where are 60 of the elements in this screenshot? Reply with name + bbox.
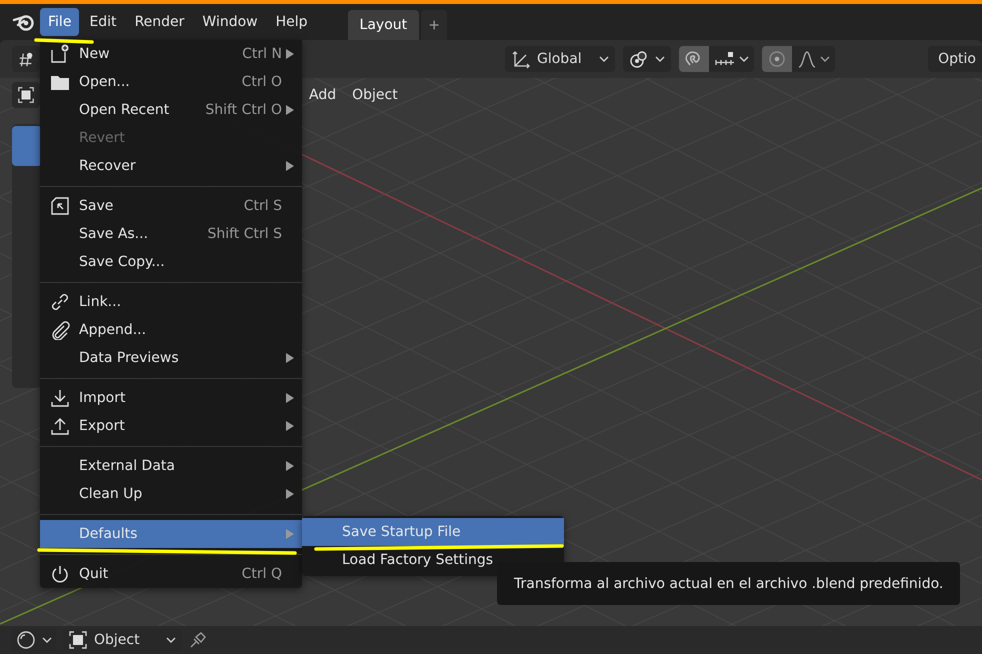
falloff-curve-icon	[797, 49, 817, 69]
menu-item[interactable]: Save As... Shift Ctrl S	[40, 220, 302, 248]
export-icon	[50, 416, 70, 436]
paperclip-icon	[50, 320, 70, 340]
menu-item[interactable]: Help	[268, 8, 316, 36]
new-file-icon	[50, 44, 70, 64]
select-mode-button[interactable]	[12, 82, 40, 108]
tooltip: Transforma al archivo actual en el archivo .blend predefinido.	[497, 562, 960, 605]
orientation-dropdown[interactable]: Global	[505, 46, 615, 72]
proportional-edit-toggle[interactable]	[762, 46, 792, 72]
caret-icon	[655, 56, 665, 62]
caret-icon	[42, 637, 52, 643]
menu-item[interactable]: Export	[40, 412, 302, 440]
menu-item[interactable]: Open Recent Shift Ctrl O	[40, 96, 302, 124]
power-icon	[50, 564, 70, 584]
viewport-menu[interactable]: Add	[302, 83, 344, 107]
tool-settings-button[interactable]	[12, 46, 40, 72]
pin-icon[interactable]	[188, 630, 208, 650]
menu-item[interactable]: Open... Ctrl O	[40, 68, 302, 96]
menu-item[interactable]: Render	[126, 8, 192, 36]
import-icon	[50, 388, 70, 408]
menu-item[interactable]: Defaults	[40, 520, 302, 548]
transform-tool-icon	[17, 50, 35, 68]
options-button[interactable]: Optio	[928, 46, 982, 72]
pivot-icon	[629, 49, 649, 69]
square-icon	[17, 86, 35, 104]
menu-item[interactable]: File	[40, 8, 80, 36]
menu-item[interactable]: Save Ctrl S	[40, 192, 302, 220]
menu-item[interactable]: Data Previews	[40, 344, 302, 372]
select-box-tool[interactable]	[12, 126, 42, 166]
orientation-label: Global	[537, 51, 583, 67]
pivot-dropdown[interactable]	[623, 46, 671, 72]
sphere-icon	[16, 630, 36, 650]
target-icon	[767, 49, 787, 69]
menu-item[interactable]: External Data	[40, 452, 302, 480]
menu-item[interactable]: Edit	[81, 8, 125, 36]
mode-label: Object	[94, 632, 141, 648]
menu-item[interactable]: Recover	[40, 152, 302, 180]
caret-icon	[599, 56, 609, 62]
caret-icon	[739, 56, 749, 62]
menu-item[interactable]: Append...	[40, 316, 302, 344]
snap-toggle[interactable]	[679, 46, 709, 72]
menu-item[interactable]: Clean Up	[40, 480, 302, 508]
save-icon	[50, 196, 70, 216]
menu-item[interactable]: Save Startup File	[302, 518, 564, 546]
caret-icon	[166, 637, 176, 643]
menu-item[interactable]: Import	[40, 384, 302, 412]
axes-icon	[511, 49, 531, 69]
menu-item[interactable]: Quit Ctrl Q	[40, 560, 302, 588]
menu-item[interactable]: Link...	[40, 288, 302, 316]
workspace-tab[interactable]: Layout	[348, 10, 420, 40]
highlight-stroke	[34, 38, 94, 44]
menu-item[interactable]: New Ctrl N	[40, 40, 302, 68]
link-icon	[50, 292, 70, 312]
caret-icon	[820, 56, 830, 62]
menu-item[interactable]: Window	[194, 8, 266, 36]
square-icon	[68, 630, 88, 650]
add-workspace-button[interactable]: +	[421, 10, 448, 40]
viewport-menu[interactable]: Object	[345, 83, 405, 107]
menu-item[interactable]: Save Copy...	[40, 248, 302, 276]
